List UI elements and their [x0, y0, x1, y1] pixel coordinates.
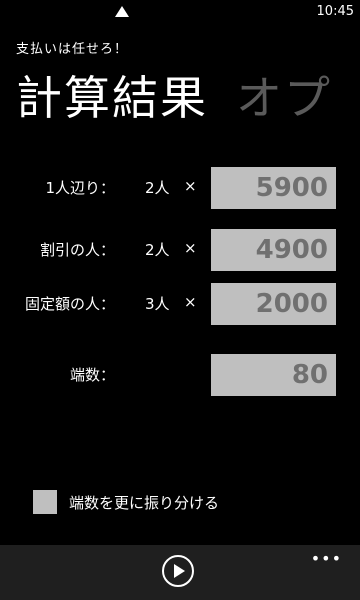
row-count: 2人	[145, 179, 170, 197]
times-sign: ×	[184, 177, 197, 195]
play-button[interactable]	[162, 555, 194, 587]
play-icon	[174, 564, 185, 578]
checkbox-label[interactable]: 端数を更に振り分ける	[69, 492, 219, 513]
app-title: 支払いは任せろ！	[16, 42, 129, 57]
status-bar: 10:45	[0, 0, 360, 28]
result-row-discount: 割引の人： 2人 × 4900	[0, 229, 360, 271]
result-row-remainder: 端数： 80	[0, 354, 360, 396]
row-label: 端数：	[69, 366, 115, 384]
row-label: 割引の人：	[39, 241, 115, 259]
amount-box: 80	[211, 354, 336, 396]
pivot-header: 計算結果	[16, 62, 208, 132]
times-sign: ×	[184, 239, 197, 257]
row-label: 1人辺り：	[45, 179, 115, 197]
amount-box: 2000	[211, 283, 336, 325]
result-row-fixed: 固定額の人： 3人 × 2000	[0, 283, 360, 325]
row-count: 2人	[145, 241, 170, 259]
distribute-remainder-checkbox[interactable]	[33, 490, 57, 514]
pivot-item-results[interactable]: 計算結果	[16, 71, 208, 125]
status-time: 10:45	[316, 4, 354, 19]
app-bar: •••	[0, 545, 360, 600]
amount-box: 5900	[211, 167, 336, 209]
signal-icon	[115, 6, 129, 17]
more-options-icon[interactable]: •••	[311, 549, 342, 568]
pivot-item-options[interactable]: オプ	[236, 62, 332, 128]
row-count: 3人	[145, 295, 170, 313]
row-label: 固定額の人：	[24, 295, 115, 313]
amount-box: 4900	[211, 229, 336, 271]
times-sign: ×	[184, 293, 197, 311]
result-row-per-person: 1人辺り： 2人 × 5900	[0, 167, 360, 209]
